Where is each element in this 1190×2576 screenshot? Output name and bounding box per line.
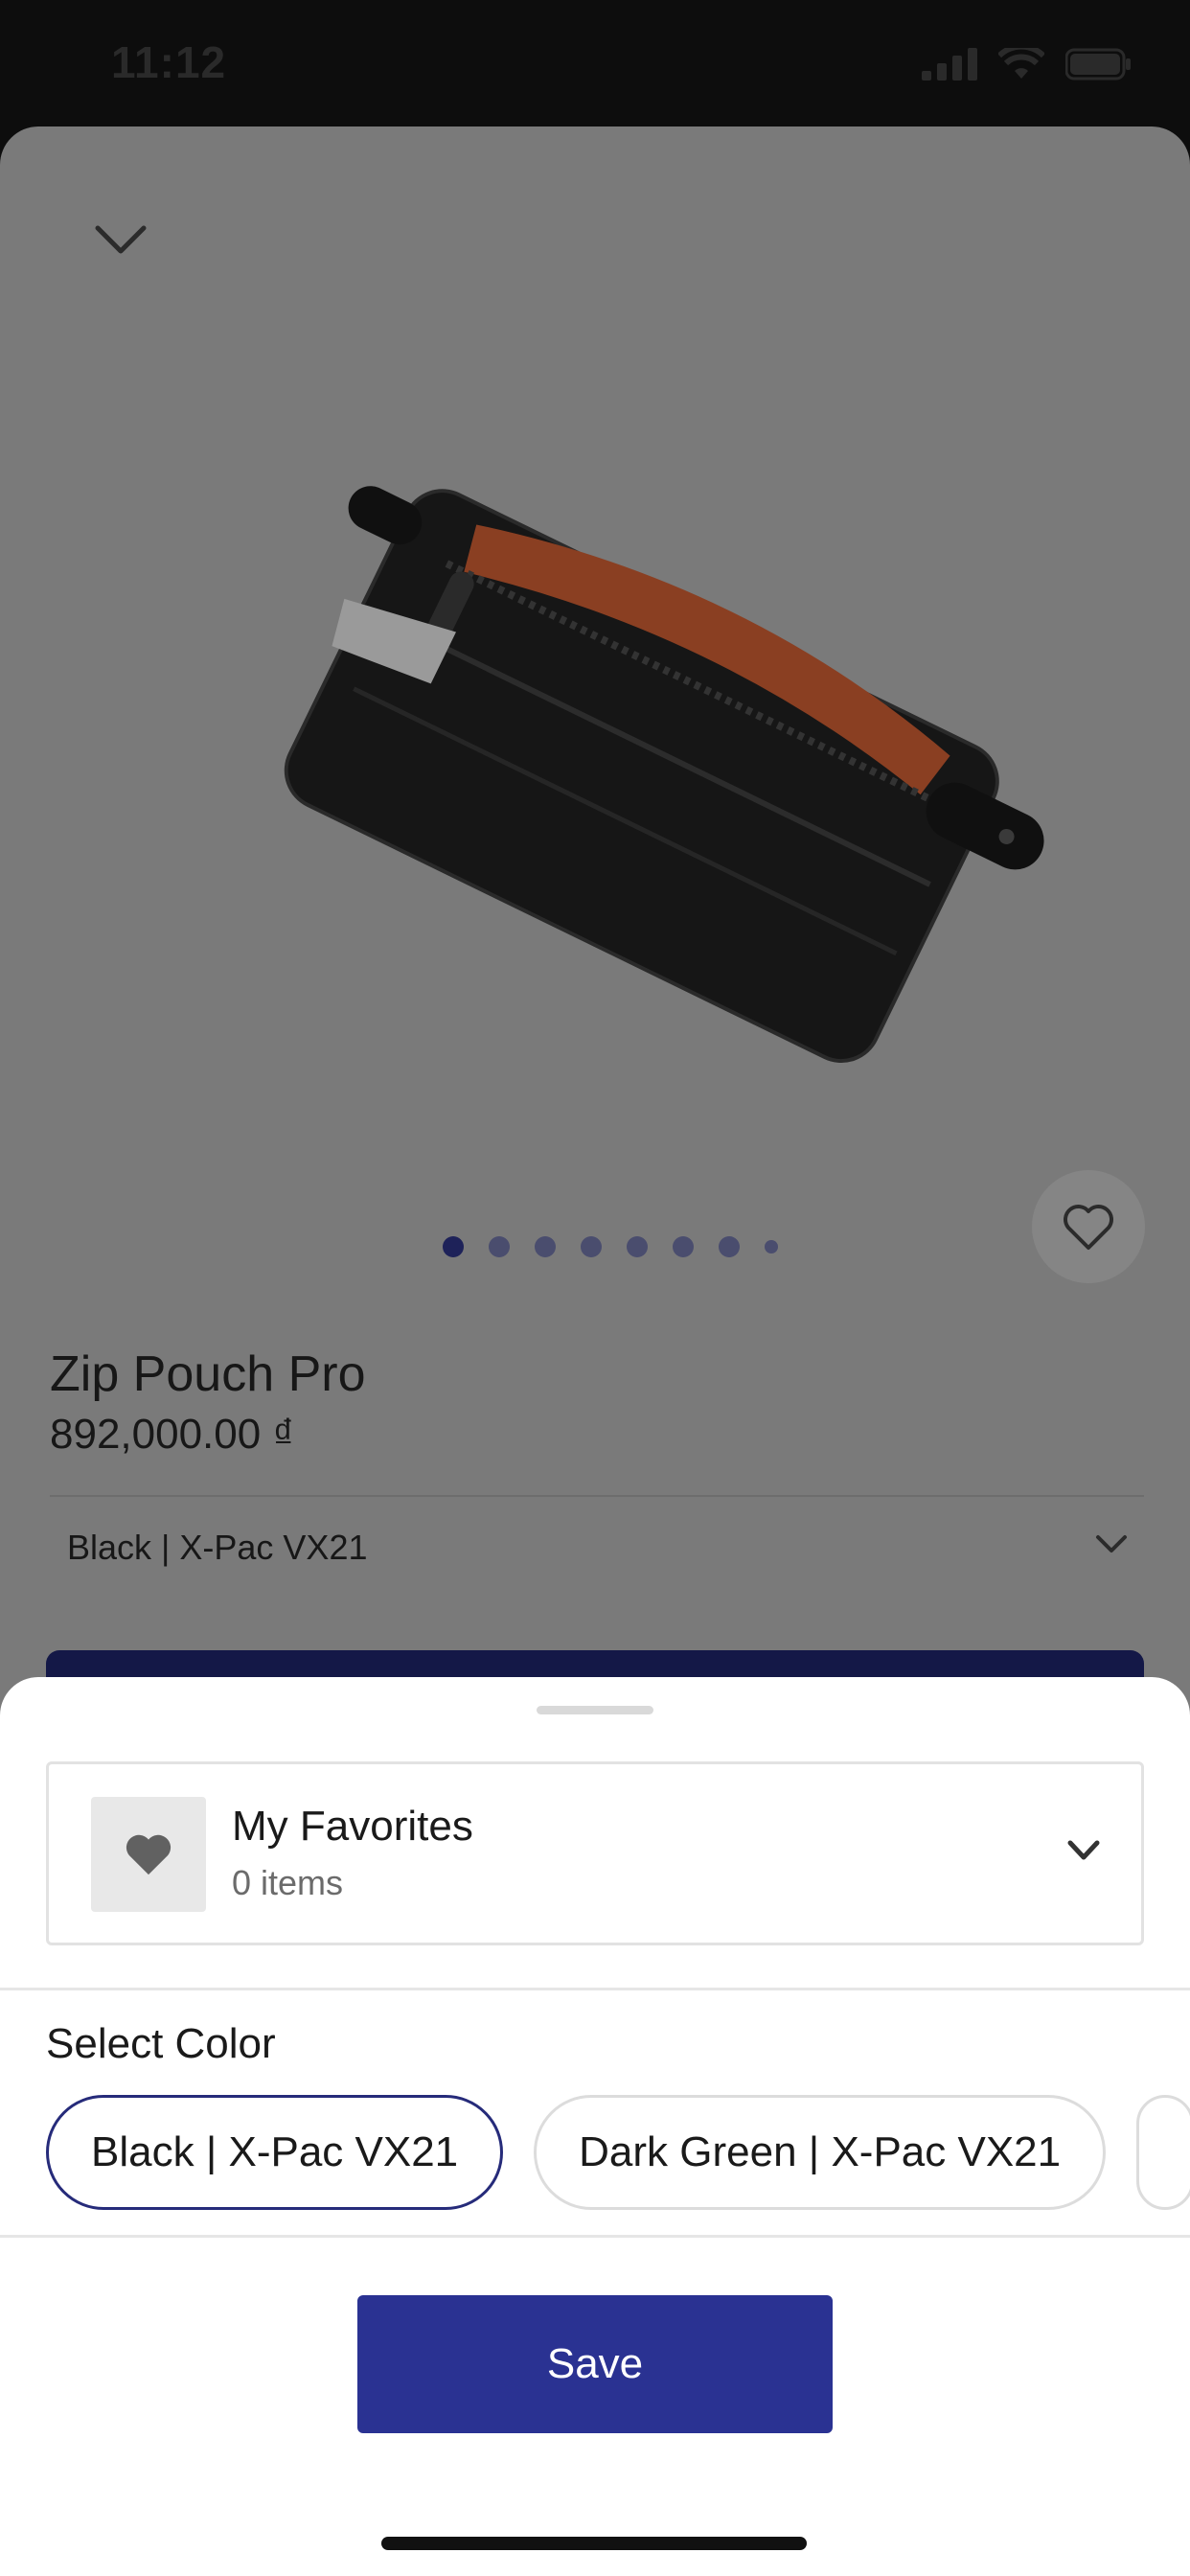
pager-dot[interactable] [673,1236,694,1257]
chevron-down-icon [1096,1535,1127,1552]
battery-icon [1065,48,1131,80]
select-color-label: Select Color [46,2020,276,2067]
product-image[interactable] [230,385,1054,1209]
chevron-down-icon [1067,1840,1100,1860]
pager-dot[interactable] [627,1236,648,1257]
divider [0,2235,1190,2238]
collection-dropdown[interactable]: My Favorites 0 items [46,1761,1144,1945]
pager-dot[interactable] [719,1236,740,1257]
pager-dot[interactable] [443,1236,464,1257]
heart-outline-icon [1064,1205,1113,1250]
color-chip[interactable]: Dark Green | X-Pac VX21 [534,2095,1107,2210]
divider [50,1495,1144,1497]
pager-dot[interactable] [765,1240,778,1254]
save-to-collection-sheet: My Favorites 0 items Select Color Black … [0,1677,1190,2576]
pager-dot[interactable] [535,1236,556,1257]
chevron-down-icon[interactable] [92,222,149,257]
product-price: 892,000.00 ₫ [50,1411,295,1458]
divider [0,1988,1190,1990]
status-icons [922,48,1133,80]
collection-item-count: 0 items [232,1863,344,1902]
status-bar: 11:12 [0,0,1190,126]
status-time: 11:12 [111,37,227,87]
heart-filled-icon [126,1834,172,1875]
pager-dot[interactable] [489,1236,510,1257]
color-chip[interactable] [1136,2095,1190,2210]
product-name: Zip Pouch Pro [50,1346,366,1402]
home-indicator [381,2537,807,2550]
save-button[interactable]: Save [357,2295,833,2433]
variant-selected-value: Black | X-Pac VX21 [67,1528,368,1567]
color-chip[interactable]: Black | X-Pac VX21 [46,2095,504,2210]
sheet-drag-handle[interactable] [537,1706,653,1714]
variant-dropdown[interactable]: Black | X-Pac VX21 [50,1499,1144,1595]
color-chip-list: Black | X-Pac VX21 Dark Green | X-Pac VX… [46,2095,1190,2210]
image-pager [443,1236,778,1257]
collection-thumbnail [91,1797,206,1912]
pager-dot[interactable] [581,1236,602,1257]
wifi-icon [998,48,1044,79]
favorite-button[interactable] [1032,1170,1145,1283]
cellular-signal-icon [922,48,977,80]
collection-name: My Favorites [232,1803,473,1850]
